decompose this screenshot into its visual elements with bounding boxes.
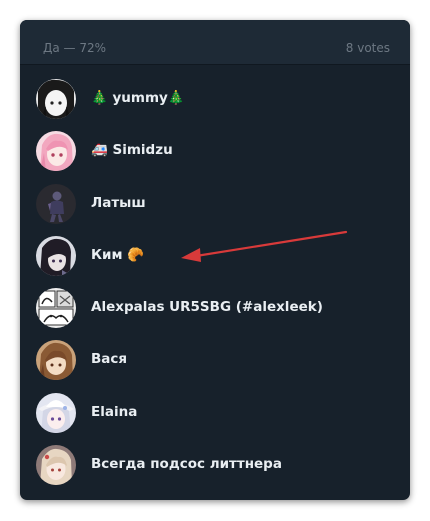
- voter-item-kim[interactable]: Ким 🥐: [20, 229, 410, 281]
- voter-item-elaina[interactable]: Elaina: [20, 386, 410, 438]
- avatar-brown-hair[interactable]: [36, 340, 76, 381]
- voter-item-alexpalas[interactable]: Alexpalas UR5SBG (#alexleek): [20, 281, 410, 333]
- poll-voters-panel: Да — 72% 8 votes 🎄 yummy🎄 🚑 Simidzu Латы…: [20, 20, 410, 500]
- poll-votes-count: 8 votes: [345, 41, 390, 55]
- avatar-light-hair[interactable]: [36, 445, 76, 486]
- voter-item-latysh[interactable]: Латыш: [20, 177, 410, 229]
- avatar-silver-hair-hat[interactable]: [36, 392, 76, 433]
- voter-name: Ким 🥐: [91, 246, 145, 263]
- avatar-dark-anime[interactable]: [36, 235, 76, 276]
- poll-option-header: Да — 72% 8 votes: [20, 20, 410, 65]
- voter-name: Всегда подсос литтнера: [91, 456, 282, 473]
- avatar-dark-figure[interactable]: [36, 183, 76, 224]
- voter-item-simidzu[interactable]: 🚑 Simidzu: [20, 124, 410, 176]
- voter-item-vasya[interactable]: Вася: [20, 333, 410, 385]
- voter-name: Вася: [91, 351, 128, 368]
- voter-item-littner[interactable]: Всегда подсос литтнера: [20, 438, 410, 490]
- avatar-pink-hair[interactable]: [36, 131, 76, 172]
- voter-list: 🎄 yummy🎄 🚑 Simidzu Латыш Ким 🥐 Alexpalas…: [20, 72, 410, 490]
- voter-name: Латыш: [91, 194, 146, 211]
- voter-name: 🎄 yummy🎄: [91, 90, 185, 106]
- poll-option-label: Да — 72%: [43, 41, 107, 55]
- voter-name: Elaina: [91, 403, 138, 420]
- voter-name: 🚑 Simidzu: [91, 142, 173, 159]
- avatar-bw-anime[interactable]: [36, 79, 76, 119]
- voter-name: Alexpalas UR5SBG (#alexleek): [91, 299, 323, 316]
- avatar-manga-panel[interactable]: [36, 288, 76, 329]
- voter-item-yummy[interactable]: 🎄 yummy🎄: [20, 72, 410, 124]
